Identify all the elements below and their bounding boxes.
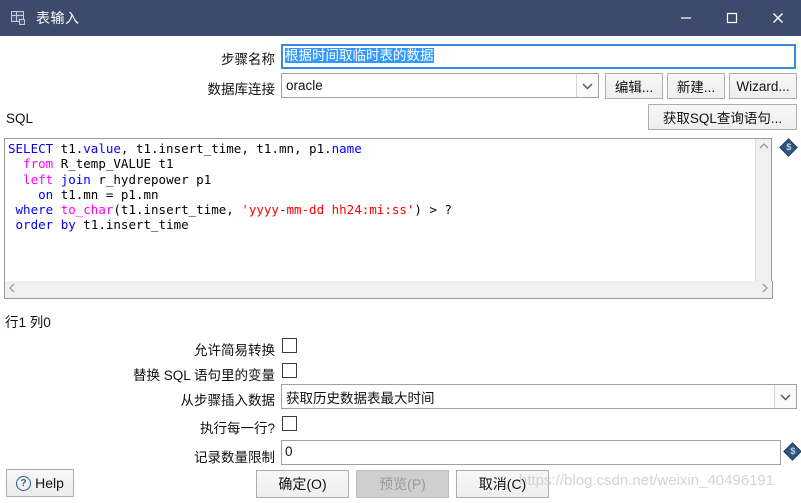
allow-lazy-conversion-label: 允许简易转换 bbox=[194, 343, 275, 358]
help-button[interactable]: ? Help bbox=[6, 469, 74, 497]
limit-input[interactable]: 0 bbox=[281, 440, 781, 465]
title-bar: 表输入 bbox=[0, 0, 801, 36]
sql-vertical-scrollbar[interactable] bbox=[755, 139, 771, 295]
get-sql-query-button[interactable]: 获取SQL查询语句... bbox=[648, 104, 797, 130]
watermark-text: https://blog.csdn.net/weixin_40496191 bbox=[519, 472, 775, 489]
chevron-right-icon[interactable] bbox=[758, 283, 772, 296]
preview-button[interactable]: 预览(P) bbox=[356, 470, 449, 498]
table-input-icon bbox=[10, 10, 28, 26]
limit-label: 记录数量限制 bbox=[194, 450, 275, 465]
insert-data-from-step-value: 获取历史数据表最大时间 bbox=[286, 390, 435, 406]
allow-lazy-conversion-checkbox[interactable] bbox=[282, 338, 297, 353]
ok-button[interactable]: 确定(O) bbox=[256, 470, 349, 498]
execute-for-each-row-checkbox[interactable] bbox=[282, 416, 297, 431]
chevron-up-icon[interactable] bbox=[759, 139, 769, 155]
execute-for-each-row-label: 执行每一行? bbox=[199, 421, 275, 436]
database-connection-value: oracle bbox=[286, 78, 323, 93]
variable-diamond-icon bbox=[779, 138, 798, 157]
sql-section-label: SQL bbox=[6, 111, 34, 126]
window-title: 表输入 bbox=[36, 10, 80, 26]
edit-connection-button[interactable]: 编辑... bbox=[605, 73, 663, 99]
database-connection-label: 数据库连接 bbox=[207, 82, 276, 97]
cancel-button[interactable]: 取消(C) bbox=[456, 470, 549, 498]
variable-diamond-icon bbox=[783, 442, 801, 461]
cursor-position-status: 行1 列0 bbox=[5, 315, 51, 330]
sql-editor[interactable]: SELECT t1.value, t1.insert_time, t1.mn, … bbox=[4, 138, 772, 296]
replace-variables-checkbox[interactable] bbox=[282, 363, 297, 378]
wizard-button[interactable]: Wizard... bbox=[729, 73, 797, 99]
step-name-label: 步骤名称 bbox=[221, 52, 275, 67]
table-input-dialog: 表输入 步骤名称 根据时间取临时表的数据 数据库连接 oracle 编辑... … bbox=[0, 0, 801, 503]
chevron-down-icon[interactable] bbox=[576, 74, 598, 97]
help-label: Help bbox=[35, 475, 64, 491]
limit-value: 0 bbox=[285, 444, 293, 459]
chevron-left-icon[interactable] bbox=[5, 283, 19, 296]
insert-data-from-step-select[interactable]: 获取历史数据表最大时间 bbox=[281, 384, 797, 409]
database-connection-select[interactable]: oracle bbox=[281, 73, 599, 98]
new-connection-button[interactable]: 新建... bbox=[667, 73, 725, 99]
question-mark-icon: ? bbox=[16, 475, 32, 491]
window-controls bbox=[663, 0, 801, 36]
replace-variables-label: 替换 SQL 语句里的变量 bbox=[132, 368, 275, 383]
minimize-button[interactable] bbox=[663, 0, 709, 36]
insert-data-from-step-label: 从步骤插入数据 bbox=[180, 393, 276, 408]
sql-horizontal-scrollbar[interactable] bbox=[4, 281, 773, 299]
chevron-down-icon[interactable] bbox=[774, 385, 796, 408]
maximize-button[interactable] bbox=[709, 0, 755, 36]
step-name-input[interactable]: 根据时间取临时表的数据 bbox=[281, 44, 796, 69]
sql-code: SELECT t1.value, t1.insert_time, t1.mn, … bbox=[8, 141, 453, 233]
close-button[interactable] bbox=[755, 0, 801, 36]
step-name-value: 根据时间取临时表的数据 bbox=[285, 48, 434, 63]
